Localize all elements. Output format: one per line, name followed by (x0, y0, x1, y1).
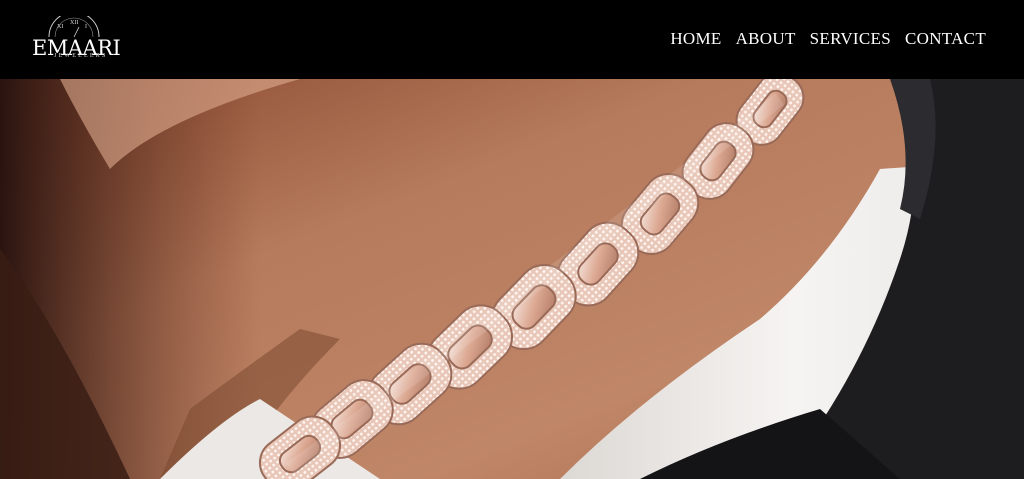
site-header: XI XII I EMAARI JEWELLERS HOME ABOUT SER… (0, 0, 1024, 79)
svg-text:XI: XI (57, 24, 63, 30)
nav-contact[interactable]: CONTACT (905, 28, 986, 50)
svg-text:I: I (85, 24, 87, 30)
nav-services[interactable]: SERVICES (810, 28, 891, 50)
hero-image (0, 79, 1024, 479)
main-nav: HOME ABOUT SERVICES CONTACT (670, 28, 986, 50)
hero-chain-photo (0, 79, 1024, 479)
brand-logo[interactable]: XI XII I EMAARI JEWELLERS (28, 14, 128, 64)
nav-home[interactable]: HOME (670, 28, 721, 50)
brand-subtitle: JEWELLERS (54, 53, 108, 59)
nav-about[interactable]: ABOUT (736, 28, 796, 50)
clock-crest-icon: XI XII I (48, 16, 100, 38)
svg-text:XII: XII (70, 20, 78, 26)
